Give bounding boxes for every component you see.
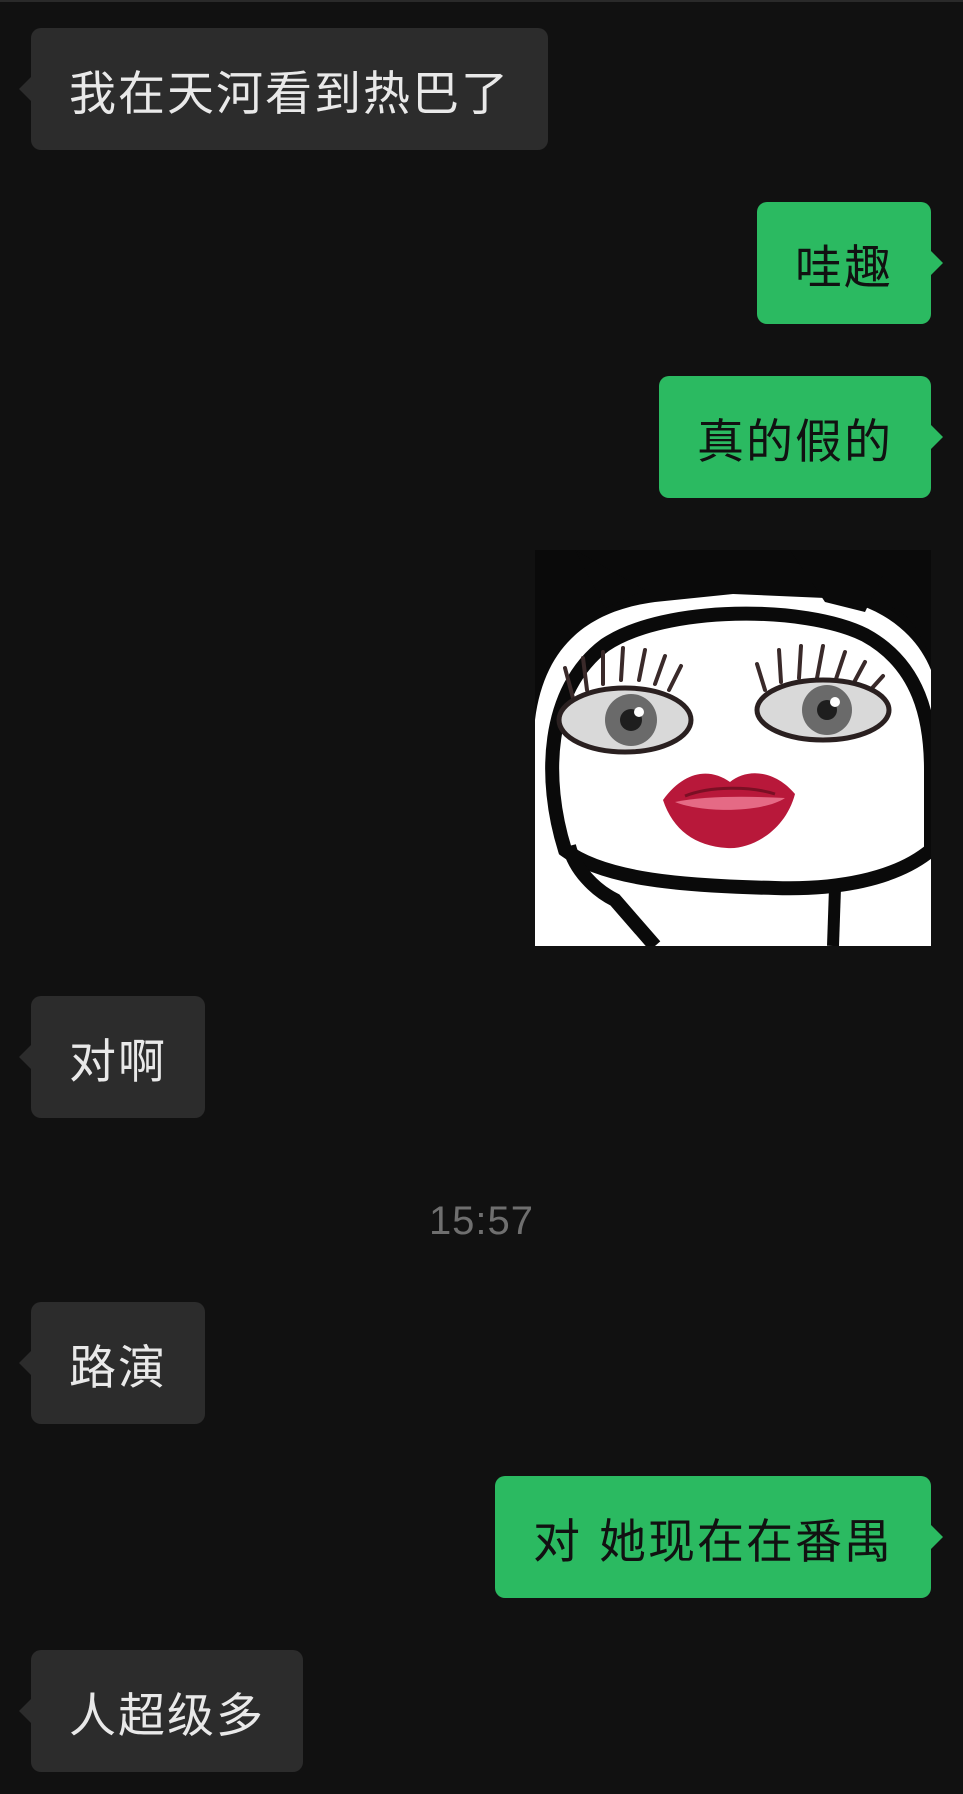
message-bubble-outgoing[interactable]: 对 她现在在番禺 [495, 1476, 943, 1598]
timestamp: 15:57 [428, 1199, 535, 1243]
message-bubble-outgoing[interactable]: 哇趣 [757, 202, 943, 324]
message-text: 人超级多 [69, 1688, 265, 1744]
cartoon-face-sticker-icon [535, 550, 931, 946]
message-text: 对啊 [69, 1034, 167, 1090]
message-bubble-outgoing[interactable]: 真的假的 [659, 376, 943, 498]
message-bubble-incoming[interactable]: 对啊 [19, 996, 205, 1118]
message-text: 哇趣 [795, 240, 893, 296]
message-bubble-incoming[interactable]: 人超级多 [19, 1650, 303, 1772]
message-bubble-incoming[interactable]: 路演 [19, 1302, 205, 1424]
chat-view[interactable]: 我在天河看到热巴了 哇趣 真的假的 对啊 15:57 路演 对 她现在在番禺 人… [0, 0, 963, 1794]
top-divider [0, 0, 963, 2]
message-text: 路演 [69, 1340, 167, 1396]
message-bubble-incoming[interactable]: 我在天河看到热巴了 [19, 28, 548, 150]
sticker-message[interactable] [535, 550, 931, 946]
message-text: 对 她现在在番禺 [533, 1514, 893, 1570]
message-text: 真的假的 [697, 414, 893, 470]
message-text: 我在天河看到热巴了 [69, 66, 510, 122]
